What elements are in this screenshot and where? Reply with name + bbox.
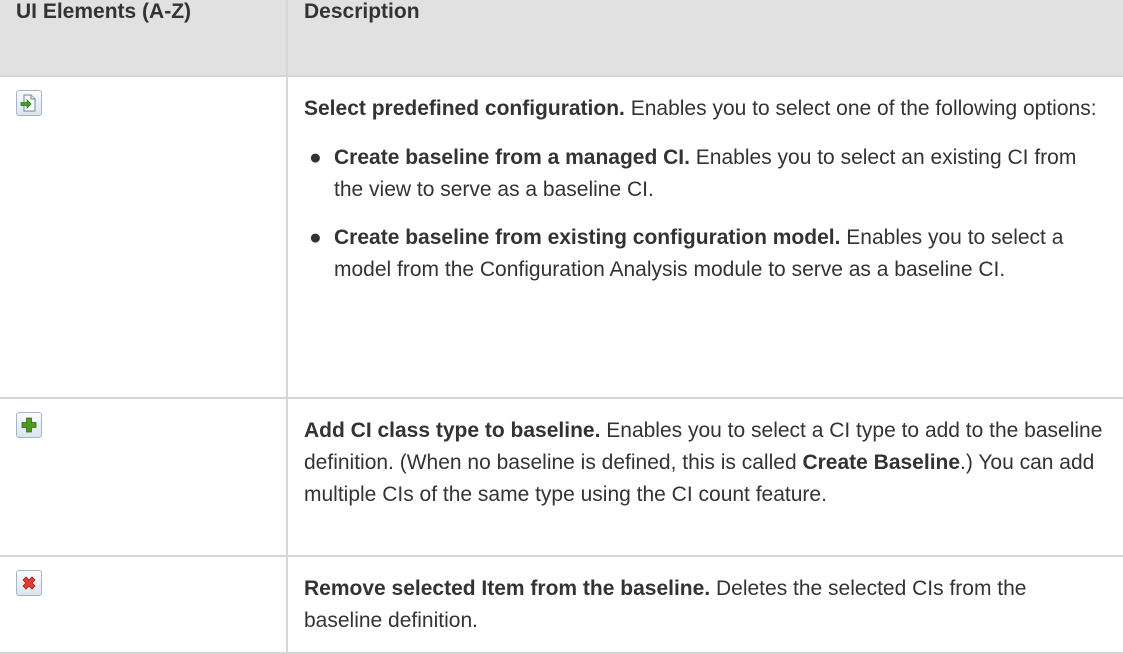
row-emphasis: Create Baseline: [802, 451, 961, 474]
remove-icon[interactable]: [16, 570, 42, 596]
row-title: Remove selected Item from the baseline.: [304, 577, 711, 600]
icon-cell: [0, 76, 288, 399]
row-text: Enables you to select one of the followi…: [624, 97, 1097, 120]
ui-elements-table: UI Elements (A-Z) Description Select pre…: [0, 0, 1123, 654]
description-cell: Select predefined configuration. Enables…: [286, 76, 1123, 399]
table-header-row: UI Elements (A-Z) Description: [0, 0, 1123, 77]
list-item: ● Create baseline from a managed CI. Enab…: [309, 142, 1107, 206]
description-cell: Add CI class type to baseline. Enables y…: [286, 397, 1123, 557]
option-title: Create baseline from a managed CI.: [334, 146, 690, 169]
column-header-ui-elements: UI Elements (A-Z): [0, 0, 288, 77]
row-title: Select predefined configuration.: [304, 97, 625, 120]
column-header-description: Description: [286, 0, 1123, 77]
icon-cell: [0, 555, 288, 654]
row-title: Add CI class type to baseline.: [304, 419, 601, 442]
row-description: Add CI class type to baseline. Enables y…: [304, 415, 1107, 511]
select-predefined-configuration-icon[interactable]: [16, 90, 42, 116]
bullet-icon: ●: [309, 226, 322, 249]
row-description: Select predefined configuration. Enables…: [304, 93, 1107, 125]
bullet-icon: ●: [309, 146, 322, 169]
table-row: Add CI class type to baseline. Enables y…: [0, 397, 1123, 557]
icon-cell: [0, 397, 288, 557]
option-title: Create baseline from existing configurat…: [334, 226, 841, 249]
table-row: Remove selected Item from the baseline. …: [0, 555, 1123, 654]
options-list: ● Create baseline from a managed CI. Enab…: [304, 142, 1107, 286]
row-description: Remove selected Item from the baseline. …: [304, 573, 1107, 637]
table-row: Select predefined configuration. Enables…: [0, 76, 1123, 399]
add-icon[interactable]: [16, 412, 42, 438]
description-cell: Remove selected Item from the baseline. …: [286, 555, 1123, 654]
list-item: ● Create baseline from existing configura…: [309, 222, 1107, 286]
